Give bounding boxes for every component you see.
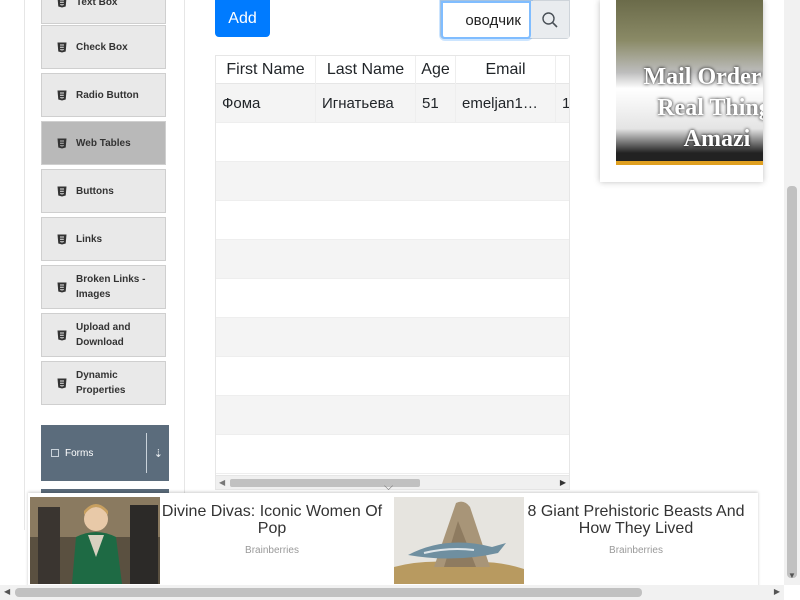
add-button[interactable]: Add <box>215 0 270 37</box>
ad-banner-right[interactable]: Mail Order W Real Thing, Amazi <box>600 0 763 182</box>
form-icon <box>51 449 59 457</box>
column-header-first-name[interactable]: First Name <box>216 56 316 84</box>
sidebar-item-dynamic-properties[interactable]: Dynamic Properties <box>41 361 166 405</box>
html5-icon <box>56 137 68 149</box>
html5-icon <box>56 185 68 197</box>
sidebar-item-label: Check Box <box>76 41 128 53</box>
left-panel: Text Box Check Box Radio Button Web Tabl… <box>24 0 185 530</box>
html5-icon <box>56 233 68 245</box>
column-header-last-name[interactable]: Last Name <box>316 56 416 84</box>
table-row <box>216 123 569 162</box>
sidebar-item-web-tables[interactable]: Web Tables <box>41 121 166 165</box>
sidebar-item-radio-button[interactable]: Radio Button <box>41 73 166 117</box>
table-row <box>216 396 569 435</box>
table-row <box>216 357 569 396</box>
ad-title: 8 Giant Prehistoric Beasts And How They … <box>527 503 745 537</box>
chevron-down-icon: ⇣ <box>153 447 163 460</box>
ad-title: Divine Divas: Iconic Women Of Pop <box>161 503 383 537</box>
html5-icon <box>56 41 68 53</box>
html5-icon <box>56 0 68 8</box>
table-row <box>216 435 569 474</box>
table-row: Фома Игнатьева 51 emeljan1… 1 <box>216 84 569 123</box>
ad-card[interactable]: Divine Divas: Iconic Women Of Pop Brainb… <box>28 497 392 585</box>
cell-salary: 1 <box>556 84 569 122</box>
sidebar-item-label: Links <box>76 233 103 245</box>
group-forms-header[interactable]: Forms ⇣ <box>41 425 169 481</box>
scroll-left-arrow-icon[interactable]: ◀ <box>219 478 225 487</box>
ad-thumbnail <box>394 497 524 584</box>
scroll-left-arrow-icon[interactable]: ◀ <box>4 587 10 596</box>
sidebar-item-label: Buttons <box>76 185 114 197</box>
sidebar-item-buttons[interactable]: Buttons <box>41 169 166 213</box>
scrollbar-thumb[interactable] <box>15 588 642 597</box>
table-header: First Name Last Name Age Email <box>216 56 569 84</box>
column-header-email[interactable]: Email <box>456 56 556 84</box>
ad-headline-line: Real Thing, <box>657 95 763 121</box>
ad-headline-line: Mail Order W <box>643 64 763 90</box>
table-row <box>216 318 569 357</box>
sidebar-item-check-box[interactable]: Check Box <box>41 25 166 69</box>
sidebar-item-label: Upload and Download <box>76 322 131 348</box>
ad-headline-line: Amazi <box>683 126 751 152</box>
html5-icon <box>56 89 68 101</box>
sidebar-item-links[interactable]: Links <box>41 217 166 261</box>
scroll-down-arrow-icon[interactable]: ▼ <box>788 571 796 580</box>
ad-source: Brainberries <box>609 545 663 556</box>
sidebar-item-label: Text Box <box>76 0 118 8</box>
page-vertical-scrollbar[interactable]: ▼ <box>784 0 800 585</box>
search-input[interactable] <box>441 1 531 39</box>
column-header-salary[interactable] <box>556 56 569 84</box>
cell-last-name: Игнатьева <box>316 84 416 122</box>
page-horizontal-scrollbar[interactable]: ◀ ▶ <box>0 585 784 600</box>
sidebar-item-text-box[interactable]: Text Box <box>41 0 166 24</box>
sidebar-item-broken-links[interactable]: Broken Links - Images <box>41 265 166 309</box>
scroll-right-arrow-icon[interactable]: ▶ <box>774 587 780 596</box>
cell-first-name: Фома <box>216 84 316 122</box>
collapse-ads-icon[interactable]: ⌵ <box>384 479 393 494</box>
group-label: Forms <box>65 447 94 459</box>
separator <box>146 433 147 473</box>
search-button[interactable] <box>531 1 569 38</box>
ad-headline: Mail Order W Real Thing, Amazi <box>622 62 763 155</box>
table-row <box>216 162 569 201</box>
column-header-age[interactable]: Age <box>416 56 456 84</box>
scroll-right-arrow-icon[interactable]: ▶ <box>560 478 566 487</box>
html5-icon <box>56 329 68 341</box>
table-row <box>216 240 569 279</box>
html5-icon <box>56 377 68 389</box>
sidebar-item-label: Radio Button <box>76 89 139 101</box>
search-icon <box>542 11 558 28</box>
sidebar-item-label: Web Tables <box>76 137 131 149</box>
table-row <box>216 279 569 318</box>
ad-card[interactable]: 8 Giant Prehistoric Beasts And How They … <box>392 497 756 585</box>
table-row <box>216 201 569 240</box>
html5-icon <box>56 281 68 293</box>
ad-thumbnail <box>30 497 160 584</box>
web-table: First Name Last Name Age Email Фома Игна… <box>215 55 570 490</box>
cell-age: 51 <box>416 84 456 122</box>
sidebar-item-label: Dynamic Properties <box>76 370 126 396</box>
sidebar-item-label: Broken Links - Images <box>76 274 146 300</box>
ad-source: Brainberries <box>245 545 299 556</box>
search-box <box>440 0 570 39</box>
bottom-ad-bar: Divine Divas: Iconic Women Of Pop Brainb… <box>28 493 758 589</box>
sidebar-item-upload-download[interactable]: Upload and Download <box>41 313 166 357</box>
scrollbar-thumb[interactable] <box>787 186 797 578</box>
cell-email: emeljan1… <box>456 84 556 122</box>
